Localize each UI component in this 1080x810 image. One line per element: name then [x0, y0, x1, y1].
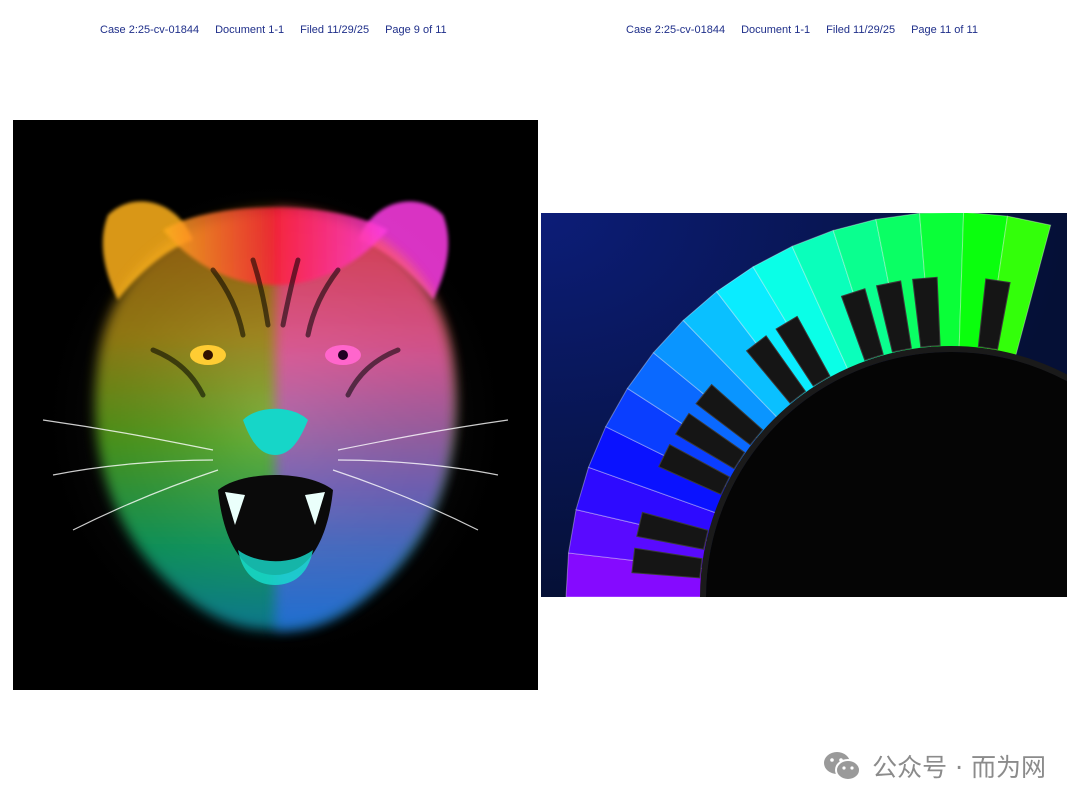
footer-text: 公众号 · 而为网 — [872, 753, 1046, 782]
tiger-artwork-image — [13, 120, 538, 690]
document-number: Document 1-1 — [215, 24, 285, 36]
footer-watermark: 公众号 · 而为网 — [822, 748, 1046, 784]
piano-artwork-graphic — [541, 213, 1067, 597]
filed-date: Filed 11/29/25 — [826, 24, 896, 36]
document-number: Document 1-1 — [741, 24, 811, 36]
page-number: Page 9 of 11 — [385, 24, 447, 36]
page-header-left: Case 2:25-cv-01844 Document 1-1 Filed 11… — [100, 24, 447, 36]
page-header-right: Case 2:25-cv-01844 Document 1-1 Filed 11… — [626, 24, 978, 36]
tiger-artwork-graphic — [13, 120, 538, 690]
case-number: Case 2:25-cv-01844 — [100, 24, 200, 36]
piano-artwork-image — [541, 213, 1067, 597]
wechat-icon — [822, 749, 862, 783]
filed-date: Filed 11/29/25 — [300, 24, 370, 36]
page-number: Page 11 of 11 — [911, 24, 978, 36]
case-number: Case 2:25-cv-01844 — [626, 24, 726, 36]
